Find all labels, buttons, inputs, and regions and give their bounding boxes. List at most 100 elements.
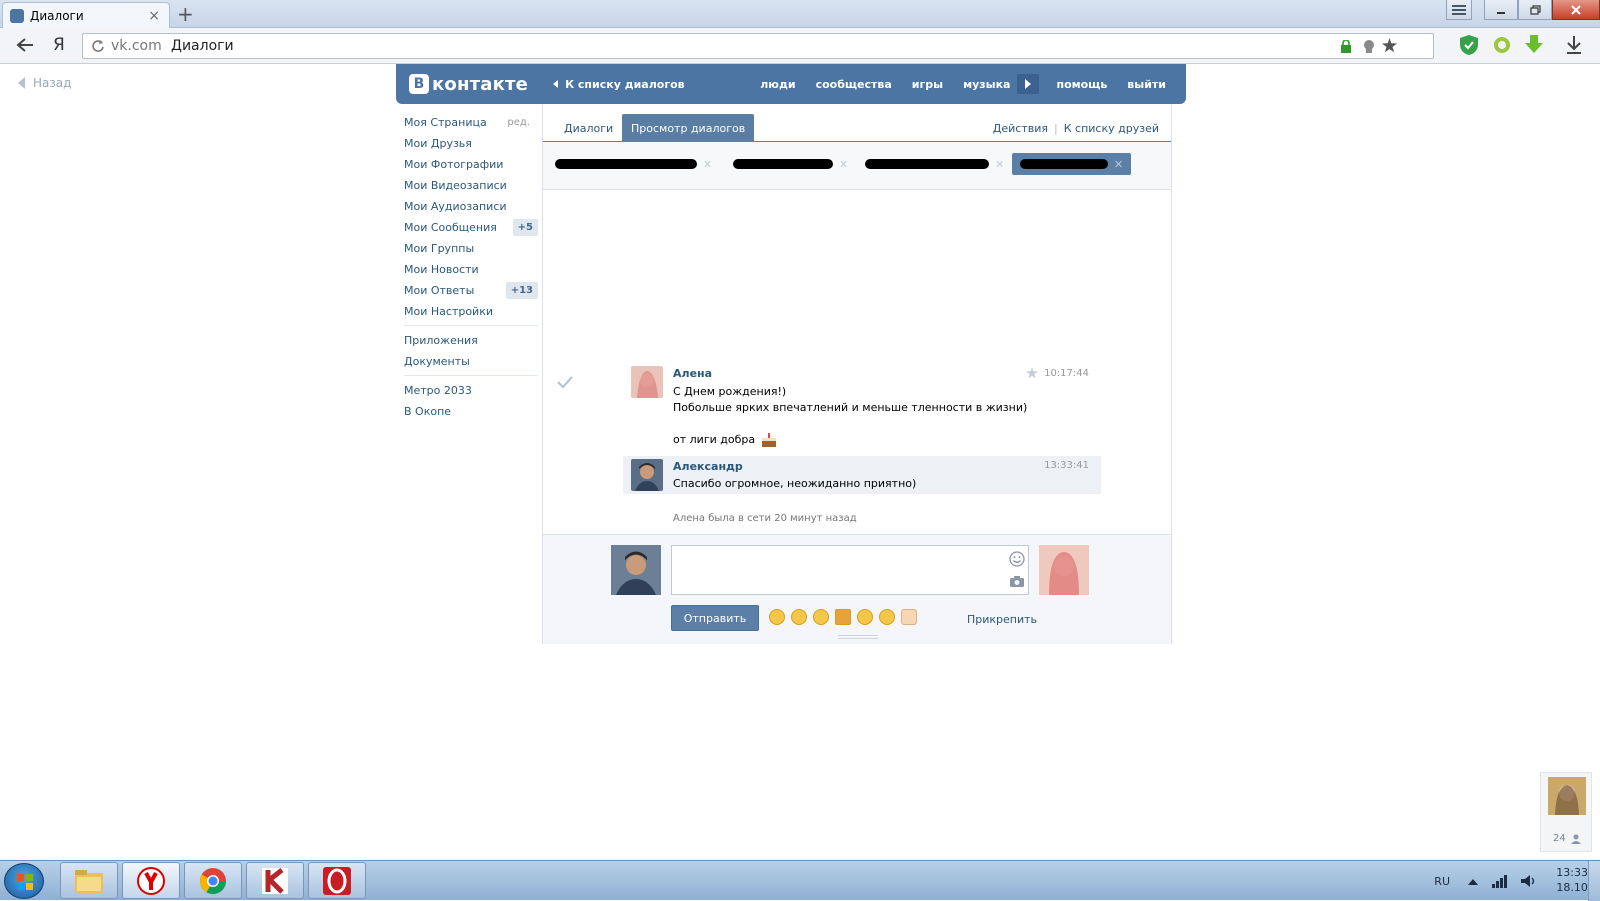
nav-communities[interactable]: сообщества [816, 78, 892, 91]
open-dialog-tab[interactable]: ✕ [555, 153, 712, 175]
restore-button[interactable] [1518, 0, 1552, 20]
sidebar-item-apps[interactable]: Приложения [404, 330, 538, 351]
music-play-button[interactable] [1017, 74, 1040, 94]
browser-menu-button[interactable] [1446, 0, 1472, 20]
taskbar-opera[interactable] [308, 862, 366, 899]
online-friends-widget[interactable]: 24 [1540, 772, 1592, 852]
omnibox[interactable]: vk.com Диалоги [82, 33, 1434, 59]
beer-emoji-icon[interactable] [835, 609, 851, 625]
back-to-dialogs-link[interactable]: К списку диалогов [553, 78, 685, 91]
keyboard-language[interactable]: RU [1434, 875, 1450, 888]
open-dialog-tab-active[interactable]: ✕ [1012, 153, 1132, 175]
open-dialog-tab[interactable]: ✕ [733, 153, 848, 175]
avatar[interactable] [631, 459, 663, 491]
read-check-icon [557, 376, 573, 388]
vk-logo[interactable]: В контакте [409, 74, 528, 95]
sidebar-item-audio[interactable]: Мои Аудиозаписи [404, 196, 538, 217]
attach-link[interactable]: Прикрепить [967, 613, 1037, 626]
message-row[interactable]: Алена 10:17:44 С Днем рождения!) Побольш… [623, 360, 1101, 448]
close-dialog-icon[interactable]: ✕ [839, 158, 848, 171]
message-row[interactable]: Александр 13:33:41 Спасибо огромное, нео… [623, 456, 1101, 494]
close-dialog-icon[interactable]: ✕ [995, 158, 1004, 171]
close-dialog-icon[interactable]: ✕ [1114, 158, 1123, 171]
lock-icon[interactable] [1341, 40, 1351, 53]
edit-profile-link[interactable]: ред. [507, 117, 530, 128]
browser-tab[interactable]: Диалоги × [2, 2, 170, 28]
send-button[interactable]: Отправить [671, 605, 759, 631]
taskbar-chrome[interactable] [184, 862, 242, 899]
friend-avatar[interactable] [1548, 777, 1586, 815]
chevron-left-icon [553, 80, 559, 88]
bookmark-star-icon[interactable] [1382, 38, 1397, 53]
to-friends-link[interactable]: К списку друзей [1064, 122, 1159, 135]
victory-hand-emoji-icon[interactable] [901, 609, 917, 625]
close-dialog-icon[interactable]: ✕ [703, 158, 712, 171]
sidebar-item-label: Документы [404, 355, 470, 368]
my-avatar[interactable] [611, 545, 661, 595]
peer-avatar[interactable] [1039, 545, 1089, 595]
avatar[interactable] [631, 366, 663, 398]
volume-icon[interactable] [1520, 874, 1536, 888]
message-author[interactable]: Алена [673, 367, 712, 380]
sidebar-item-photos[interactable]: Мои Фотографии [404, 154, 538, 175]
taskbar-kaspersky[interactable] [246, 862, 304, 899]
sidebar-item-groups[interactable]: Мои Группы [404, 238, 538, 259]
sidebar-item-settings[interactable]: Мои Настройки [404, 301, 538, 322]
laugh-emoji-icon[interactable] [791, 609, 807, 625]
tab-dialogs[interactable]: Диалоги [564, 122, 613, 135]
page-back-link[interactable]: Назад [18, 76, 71, 90]
close-tab-button[interactable]: × [148, 9, 160, 23]
downloads-icon[interactable] [1565, 35, 1583, 55]
open-dialog-tab[interactable]: ✕ [865, 153, 1004, 175]
nav-help[interactable]: помощь [1056, 78, 1107, 91]
wink-emoji-icon[interactable] [813, 609, 829, 625]
cake-emoji-icon [762, 433, 777, 447]
nav-games[interactable]: игры [912, 78, 943, 91]
taskbar-explorer[interactable] [60, 862, 118, 899]
sidebar-item-news[interactable]: Мои Новости [404, 259, 538, 280]
network-signal-icon[interactable] [1492, 874, 1508, 888]
angel-emoji-icon[interactable] [857, 609, 873, 625]
taskbar-yandex-browser[interactable] [122, 862, 180, 899]
sidebar-item-label: Мои Новости [404, 263, 479, 276]
close-window-button[interactable] [1552, 0, 1600, 20]
nav-people[interactable]: люди [760, 78, 795, 91]
nav-music[interactable]: музыка [963, 78, 1010, 91]
ext-sync-icon[interactable] [1492, 35, 1512, 55]
replies-count-badge: +13 [505, 282, 538, 299]
smile-emoji-icon[interactable] [769, 609, 785, 625]
sidebar-item-my-page[interactable]: Моя Страница ред. [404, 112, 538, 133]
kiss-emoji-icon[interactable] [879, 609, 895, 625]
yandex-button[interactable]: Я [53, 35, 65, 55]
nav-logout[interactable]: выйти [1127, 78, 1166, 91]
smile-icon[interactable] [1009, 551, 1025, 567]
last-seen-status: Алена была в сети 20 минут назад [673, 513, 857, 524]
new-tab-button[interactable]: + [177, 4, 194, 24]
back-arrow-icon[interactable] [16, 37, 34, 53]
kaspersky-extension-icon[interactable] [1458, 34, 1480, 56]
sidebar-item-replies[interactable]: Мои Ответы +13 [404, 280, 538, 301]
sidebar-item-messages[interactable]: Мои Сообщения +5 [404, 217, 538, 238]
start-button[interactable] [4, 863, 44, 899]
actions-link[interactable]: Действия [993, 122, 1048, 135]
minimize-button[interactable] [1484, 0, 1518, 20]
reload-icon[interactable] [91, 39, 105, 53]
sidebar-item-friends[interactable]: Мои Друзья [404, 133, 538, 154]
protect-icon[interactable] [1363, 39, 1375, 54]
address-bar-row: Я vk.com Диалоги [0, 28, 1600, 64]
download-helper-icon[interactable] [1524, 34, 1544, 54]
sidebar-item-app-metro[interactable]: Метро 2033 [404, 380, 538, 401]
sidebar-item-label: Мои Группы [404, 242, 475, 255]
taskbar-clock[interactable]: 13:33 18.10 [1556, 865, 1588, 895]
sidebar-item-app-okop[interactable]: В Окопе [404, 401, 538, 422]
tray-expand-icon[interactable] [1468, 877, 1478, 885]
resize-grip[interactable] [838, 635, 878, 639]
tab-view-dialogs[interactable]: Просмотр диалогов [622, 114, 755, 141]
message-author[interactable]: Александр [673, 460, 743, 473]
star-icon[interactable] [1026, 367, 1039, 379]
show-desktop-button[interactable] [1588, 861, 1600, 901]
message-input[interactable] [671, 545, 1029, 595]
sidebar-item-documents[interactable]: Документы [404, 351, 538, 372]
camera-icon[interactable] [1009, 575, 1025, 588]
sidebar-item-videos[interactable]: Мои Видеозаписи [404, 175, 538, 196]
